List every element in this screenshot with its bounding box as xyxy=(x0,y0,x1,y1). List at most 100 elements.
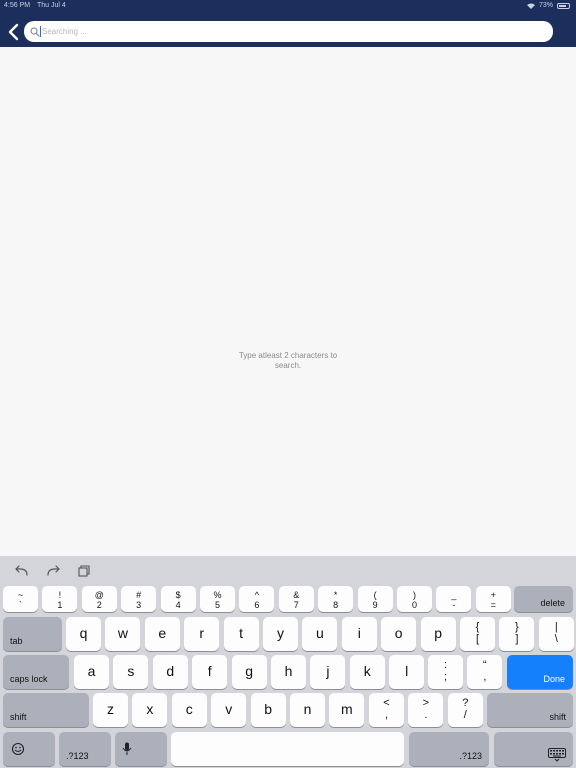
key-9[interactable]: (9 xyxy=(357,586,393,612)
key-label: ! xyxy=(58,590,62,600)
key-b[interactable]: b xyxy=(250,693,286,727)
key-label: shift xyxy=(10,712,27,722)
undo-icon[interactable] xyxy=(15,564,29,576)
key-d[interactable]: d xyxy=(152,655,188,689)
key-s[interactable]: s xyxy=(113,655,149,689)
key-label: x xyxy=(146,701,154,718)
key-label: p xyxy=(434,625,442,642)
search-bar[interactable] xyxy=(24,21,553,42)
key-2[interactable]: @2 xyxy=(81,586,117,612)
key-label: 5 xyxy=(214,600,220,610)
key-label: ] xyxy=(515,633,519,645)
key-label: f xyxy=(207,663,212,680)
key-symbol[interactable]: “, xyxy=(467,655,503,689)
key-symbol[interactable]: }] xyxy=(499,617,535,651)
key-0[interactable]: ) 0 xyxy=(397,586,432,612)
key-symbol[interactable]: :; xyxy=(428,655,463,689)
key-=[interactable]: + = xyxy=(475,586,511,612)
key-m[interactable]: m xyxy=(329,693,365,727)
key-symbol[interactable]: >. xyxy=(408,693,444,727)
key-x[interactable]: x xyxy=(132,693,168,727)
paste-icon[interactable] xyxy=(77,564,91,577)
key-r[interactable]: r xyxy=(184,617,220,651)
tab-key[interactable]: tab xyxy=(3,617,62,651)
key-symbol[interactable]: | \ xyxy=(538,617,574,651)
done-key[interactable]: Done xyxy=(507,655,573,689)
key-label: > xyxy=(422,697,430,709)
key-label: 7 xyxy=(293,600,299,610)
key-label: y xyxy=(277,625,284,642)
emoji-key[interactable] xyxy=(3,732,55,766)
key-y[interactable]: y xyxy=(263,617,298,651)
shift-left-key[interactable]: shift xyxy=(3,693,89,727)
key-u[interactable]: u xyxy=(302,617,338,651)
key-h[interactable]: h xyxy=(271,655,306,689)
key-j[interactable]: j xyxy=(310,655,346,689)
key-label: = xyxy=(490,600,496,610)
key-4[interactable]: $4 xyxy=(160,586,196,612)
key-z[interactable]: z xyxy=(93,693,128,727)
key-w[interactable]: w xyxy=(105,617,141,651)
key-c[interactable]: c xyxy=(171,693,207,727)
key-label: 2 xyxy=(96,600,102,610)
delete-key[interactable]: delete xyxy=(514,586,573,612)
key-p[interactable]: p xyxy=(420,617,456,651)
microphone-key[interactable] xyxy=(115,732,167,766)
key-k[interactable]: k xyxy=(349,655,385,689)
key-7[interactable]: & 7 xyxy=(278,586,314,612)
key-a[interactable]: a xyxy=(74,655,109,689)
shift-right-key[interactable]: shift xyxy=(487,693,573,727)
key-`[interactable]: ~ ` xyxy=(3,586,38,612)
key-o[interactable]: o xyxy=(381,617,417,651)
key-label: 8 xyxy=(333,600,339,610)
numbers-right-key[interactable]: .?123 xyxy=(409,732,489,766)
keyboard-hide-icon xyxy=(548,748,566,762)
key-label: 4 xyxy=(175,600,181,610)
key-symbol[interactable]: ? / xyxy=(447,693,483,727)
key-label: b xyxy=(264,701,272,718)
key-label: 6 xyxy=(254,600,260,610)
key-label: ` xyxy=(19,600,22,610)
key-label: 9 xyxy=(372,600,378,610)
key-f[interactable]: f xyxy=(192,655,228,689)
key-1[interactable]: ! 1 xyxy=(42,586,78,612)
key-label: Done xyxy=(543,674,565,684)
key-label: m xyxy=(341,701,353,718)
caps-lock-key[interactable]: caps lock xyxy=(3,655,69,689)
key-label: shift xyxy=(549,712,566,722)
key-label: tab xyxy=(10,636,23,646)
key-8[interactable]: * 8 xyxy=(318,586,354,612)
redo-icon[interactable] xyxy=(46,564,60,576)
key-i[interactable]: i xyxy=(341,617,377,651)
key-label: \ xyxy=(554,633,558,645)
key-symbol[interactable]: <, xyxy=(369,693,404,727)
key-label: . xyxy=(424,709,428,721)
key-6[interactable]: ^ 6 xyxy=(239,586,275,612)
key-label: i xyxy=(357,625,361,642)
key-q[interactable]: q xyxy=(66,617,101,651)
key-e[interactable]: e xyxy=(144,617,180,651)
key-label: .?123 xyxy=(459,751,482,761)
back-button[interactable] xyxy=(6,22,22,42)
key-t[interactable]: t xyxy=(223,617,259,651)
key-symbol[interactable]: {[ xyxy=(460,617,495,651)
space-key[interactable] xyxy=(171,732,404,766)
key-label: h xyxy=(284,663,293,680)
key-label: + xyxy=(490,590,496,600)
key-l[interactable]: l xyxy=(389,655,425,689)
key-g[interactable]: g xyxy=(231,655,267,689)
key-label: 3 xyxy=(136,600,142,610)
numbers-left-key[interactable]: .?123 xyxy=(59,732,111,766)
key-n[interactable]: n xyxy=(290,693,325,727)
hide-keyboard-key[interactable] xyxy=(494,732,573,766)
key-label: , xyxy=(384,709,389,721)
key-5[interactable]: % 5 xyxy=(200,586,235,612)
empty-state-message: Type atleast 2 characters to search. xyxy=(188,351,388,371)
key-v[interactable]: v xyxy=(211,693,247,727)
key-label: @ xyxy=(94,590,104,600)
key--[interactable]: _ - xyxy=(436,586,472,612)
key-3[interactable]: #3 xyxy=(121,586,157,612)
key-label: “ xyxy=(483,659,487,671)
key-label: [ xyxy=(475,633,480,645)
search-input[interactable] xyxy=(42,24,542,39)
